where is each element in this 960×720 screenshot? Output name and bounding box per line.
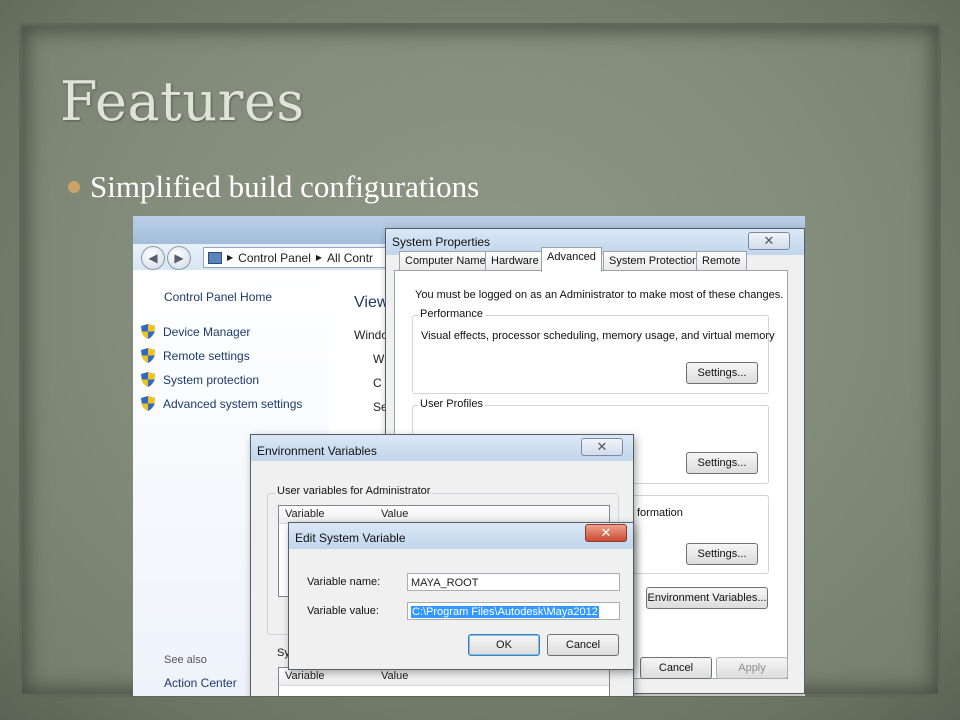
breadcrumb-all-control[interactable]: All Contr — [327, 251, 373, 265]
tab-computer-name[interactable]: Computer Name — [399, 251, 492, 271]
variable-name-input[interactable]: MAYA_ROOT — [407, 573, 620, 591]
system-variables-list[interactable]: Variable Value — [278, 667, 610, 696]
sidebar-item-device-manager[interactable]: Device Manager — [141, 324, 250, 339]
performance-settings-button[interactable]: Settings... — [686, 362, 758, 384]
bullet-dot-icon — [68, 181, 80, 193]
variable-name-label: Variable name: — [307, 576, 381, 588]
control-panel-home-link[interactable]: Control Panel Home — [164, 290, 272, 304]
close-icon[interactable]: ✕ — [585, 524, 627, 542]
column-variable[interactable]: Variable — [285, 670, 325, 682]
column-value[interactable]: Value — [381, 508, 408, 520]
address-bar[interactable]: ▶ Control Panel ▶ All Contr — [203, 247, 399, 268]
shield-icon — [141, 372, 155, 387]
windows-screenshot: ◀ ▶ ▶ Control Panel ▶ All Contr Control … — [133, 216, 805, 696]
tab-system-protection[interactable]: System Protection — [603, 251, 705, 271]
tab-remote[interactable]: Remote — [696, 251, 747, 271]
system-properties-cancel-button[interactable]: Cancel — [640, 657, 712, 679]
environment-variables-button[interactable]: Environment Variables... — [646, 587, 768, 609]
startup-settings-button[interactable]: Settings... — [686, 543, 758, 565]
back-arrow-icon[interactable]: ◀ — [141, 246, 165, 270]
performance-desc: Visual effects, processor scheduling, me… — [421, 330, 775, 342]
sidebar-item-label: Device Manager — [163, 324, 251, 339]
bullet-text: Simplified build configurations — [90, 169, 480, 204]
shield-icon — [141, 396, 155, 411]
close-icon[interactable]: ✕ — [748, 232, 790, 250]
chevron-right-icon: ▶ — [227, 253, 234, 262]
view-heading: View — [354, 294, 389, 311]
bullet-item: Simplified build configurations — [68, 169, 480, 204]
performance-label: Performance — [418, 308, 485, 320]
close-icon[interactable]: ✕ — [581, 438, 623, 456]
variable-value-selection: C:\Program Files\Autodesk\Maya2012 — [411, 606, 599, 618]
forward-arrow-icon[interactable]: ▶ — [167, 246, 191, 270]
sidebar-item-label: Remote settings — [163, 348, 250, 363]
breadcrumb-control-panel[interactable]: Control Panel — [238, 251, 311, 265]
user-profiles-settings-button[interactable]: Settings... — [686, 452, 758, 474]
apply-button[interactable]: Apply — [716, 657, 788, 679]
column-value[interactable]: Value — [381, 670, 408, 682]
edit-system-variable-dialog: Edit System Variable ✕ Variable name: MA… — [288, 522, 634, 670]
shield-icon — [141, 348, 155, 363]
see-also-heading: See also — [164, 654, 207, 666]
ok-button[interactable]: OK — [468, 634, 540, 656]
chevron-right-icon: ▶ — [315, 253, 323, 262]
computer-icon — [208, 251, 222, 264]
dialog-title: System Properties — [392, 235, 491, 249]
edit-system-variable-titlebar: Edit System Variable ✕ — [289, 523, 633, 549]
sidebar-item-advanced-system-settings[interactable]: Advanced system settings — [141, 396, 302, 411]
sidebar-item-label: Advanced system settings — [163, 396, 303, 411]
edition-row-c: C — [373, 376, 382, 390]
tab-advanced[interactable]: Advanced — [541, 247, 602, 272]
user-variables-label: User variables for Administrator — [275, 485, 433, 497]
sidebar-item-system-protection[interactable]: System protection — [141, 372, 259, 387]
variable-value-label: Variable value: — [307, 605, 379, 617]
dialog-title: Edit System Variable — [295, 531, 406, 545]
user-profiles-label: User Profiles — [418, 398, 485, 410]
action-center-link[interactable]: Action Center — [164, 676, 237, 690]
column-variable[interactable]: Variable — [285, 508, 325, 520]
edition-row-w: W — [373, 352, 385, 366]
startup-desc-fragment: formation — [637, 507, 683, 519]
edit-variable-cancel-button[interactable]: Cancel — [547, 634, 619, 656]
environment-variables-titlebar: Environment Variables ✕ — [251, 435, 633, 461]
windows-edition-label: Windo — [354, 328, 389, 342]
slide-title: Features — [60, 70, 305, 133]
admin-note: You must be logged on as an Administrato… — [415, 289, 784, 301]
shield-icon — [141, 324, 155, 339]
sidebar-item-remote-settings[interactable]: Remote settings — [141, 348, 250, 363]
sidebar-item-label: System protection — [163, 372, 260, 387]
variable-value-input[interactable]: C:\Program Files\Autodesk\Maya2012 — [407, 602, 620, 620]
list-header: Variable Value — [279, 668, 609, 686]
dialog-title: Environment Variables — [257, 444, 377, 458]
tab-hardware[interactable]: Hardware — [485, 251, 545, 271]
